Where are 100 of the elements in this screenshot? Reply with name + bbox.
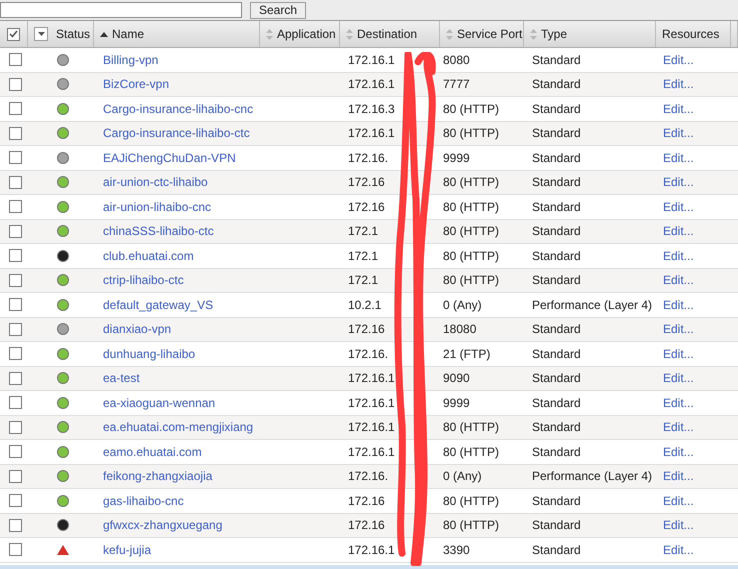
type-cell: Standard [532,248,581,263]
edit-link[interactable]: Edit... [663,322,694,336]
checkbox[interactable] [8,274,22,287]
checkbox[interactable] [8,126,22,140]
edit-link[interactable]: Edit... [663,298,694,312]
column-header[interactable]: Resources [656,21,731,47]
destination-cell: 172.16.1 [348,420,395,434]
checkbox[interactable] [8,543,22,556]
checkbox[interactable] [8,249,22,262]
edit-link[interactable]: Edit... [663,248,694,263]
type-cell: Performance (Layer 4) [532,469,652,484]
virtual-server-link[interactable]: club.ehuatai.com [103,248,194,263]
virtual-server-link[interactable]: Billing-vpn [103,52,158,67]
destination-cell: 172.16. [348,346,388,361]
edit-link[interactable]: Edit... [663,126,694,140]
virtual-server-link[interactable]: Cargo-insurance-lihaibo-ctc [103,126,250,140]
destination-cell: 172.16.1 [348,542,395,557]
type-cell: Performance (Layer 4) [532,298,652,312]
virtual-server-link[interactable]: gas-lihaibo-cnc [103,494,184,508]
virtual-server-link[interactable]: air-union-ctc-lihaibo [103,175,208,190]
service-port-cell: 80 (HTTP) [443,420,500,434]
edit-link[interactable]: Edit... [663,224,694,238]
column-header[interactable]: Status [28,21,94,47]
edit-link[interactable]: Edit... [663,273,694,288]
checkbox[interactable] [8,322,22,336]
edit-link[interactable]: Edit... [663,52,694,67]
virtual-server-link[interactable]: dunhuang-lihaibo [103,346,196,361]
destination-cell: 172.16.1 [348,444,395,459]
virtual-server-link[interactable]: EAJiChengChuDan-VPN [103,150,236,165]
checkbox[interactable] [7,28,20,40]
search-field[interactable] [0,2,242,18]
virtual-server-link[interactable]: air-union-lihaibo-cnc [103,200,212,214]
column-header[interactable]: Service Port [440,21,524,47]
destination-cell: 172.16 [348,518,385,532]
edit-link[interactable]: Edit... [663,494,694,508]
virtual-server-link[interactable]: default_gateway_VS [103,298,214,312]
column-menu-button[interactable] [34,27,48,41]
edit-link[interactable]: Edit... [663,396,694,410]
type-cell: Standard [532,542,581,557]
checkbox[interactable] [8,78,22,91]
checkbox[interactable] [8,470,22,483]
checkbox[interactable] [8,396,22,410]
virtual-server-link[interactable]: Cargo-insurance-lihaibo-cnc [103,102,254,116]
virtual-server-link[interactable]: dianxiao-vpn [103,322,172,336]
virtual-server-link[interactable]: chinaSSS-lihaibo-ctc [103,224,214,238]
virtual-server-link[interactable]: eamo.ehuatai.com [103,444,202,459]
type-cell: Standard [532,200,581,214]
edit-link[interactable]: Edit... [663,200,694,214]
destination-cell: 172.16.1 [348,371,395,386]
virtual-server-link[interactable]: kefu-jujia [103,542,152,557]
checkbox[interactable] [8,347,22,360]
checkbox[interactable] [8,445,22,458]
checkbox[interactable] [8,102,22,116]
service-port-cell: 18080 [443,322,476,336]
edit-link[interactable]: Edit... [663,150,694,165]
destination-cell: 172.16. [348,469,388,484]
checkbox[interactable] [8,420,22,434]
virtual-server-link[interactable]: gfwxcx-zhangxuegang [103,518,222,532]
virtual-server-link[interactable]: BizCore-vpn [103,77,170,92]
virtual-server-link[interactable]: ea.ehuatai.com-mengjixiang [103,420,254,434]
edit-link[interactable]: Edit... [663,420,694,434]
type-cell: Standard [532,77,581,92]
type-cell: Standard [532,224,581,238]
edit-link[interactable]: Edit... [663,175,694,190]
edit-link[interactable]: Edit... [663,469,694,484]
search-button[interactable]: Search [250,2,306,18]
column-header[interactable]: Name [94,21,260,47]
edit-link[interactable]: Edit... [663,77,694,92]
edit-link[interactable]: Edit... [663,518,694,532]
column-header[interactable]: Type [524,21,656,47]
sort-ascending-icon [100,32,108,36]
virtual-server-link[interactable]: feikong-zhangxiaojia [103,469,212,484]
edit-link[interactable]: Edit... [663,102,694,116]
edit-link[interactable]: Edit... [663,444,694,459]
checkbox[interactable] [8,151,22,164]
virtual-server-link[interactable]: ctrip-lihaibo-ctc [103,273,184,288]
type-cell: Standard [532,102,581,116]
checkbox[interactable] [8,372,22,385]
edit-link[interactable]: Edit... [663,371,694,386]
destination-cell: 172.16 [348,494,385,508]
type-cell: Standard [532,273,581,288]
destination-cell: 10.2.1 [348,298,382,312]
destination-cell: 172.1 [348,248,378,263]
service-port-cell: 80 (HTTP) [443,273,500,288]
column-header[interactable]: Application [260,21,340,47]
checkbox[interactable] [8,176,22,189]
checkbox[interactable] [8,53,22,66]
checkbox[interactable] [8,200,22,214]
edit-link[interactable]: Edit... [663,542,694,557]
edit-link[interactable]: Edit... [663,346,694,361]
virtual-server-link[interactable]: ea-xiaoguan-wennan [103,396,216,410]
checkbox[interactable] [8,518,22,532]
checkbox[interactable] [8,224,22,238]
caret-icon [38,32,44,36]
checkbox[interactable] [8,298,22,312]
service-port-cell: 80 (HTTP) [443,494,500,508]
checkbox[interactable] [8,494,22,508]
destination-cell: 172.16.1 [348,77,395,92]
column-header[interactable]: Destination [340,21,440,47]
virtual-server-link[interactable]: ea-test [103,371,140,386]
